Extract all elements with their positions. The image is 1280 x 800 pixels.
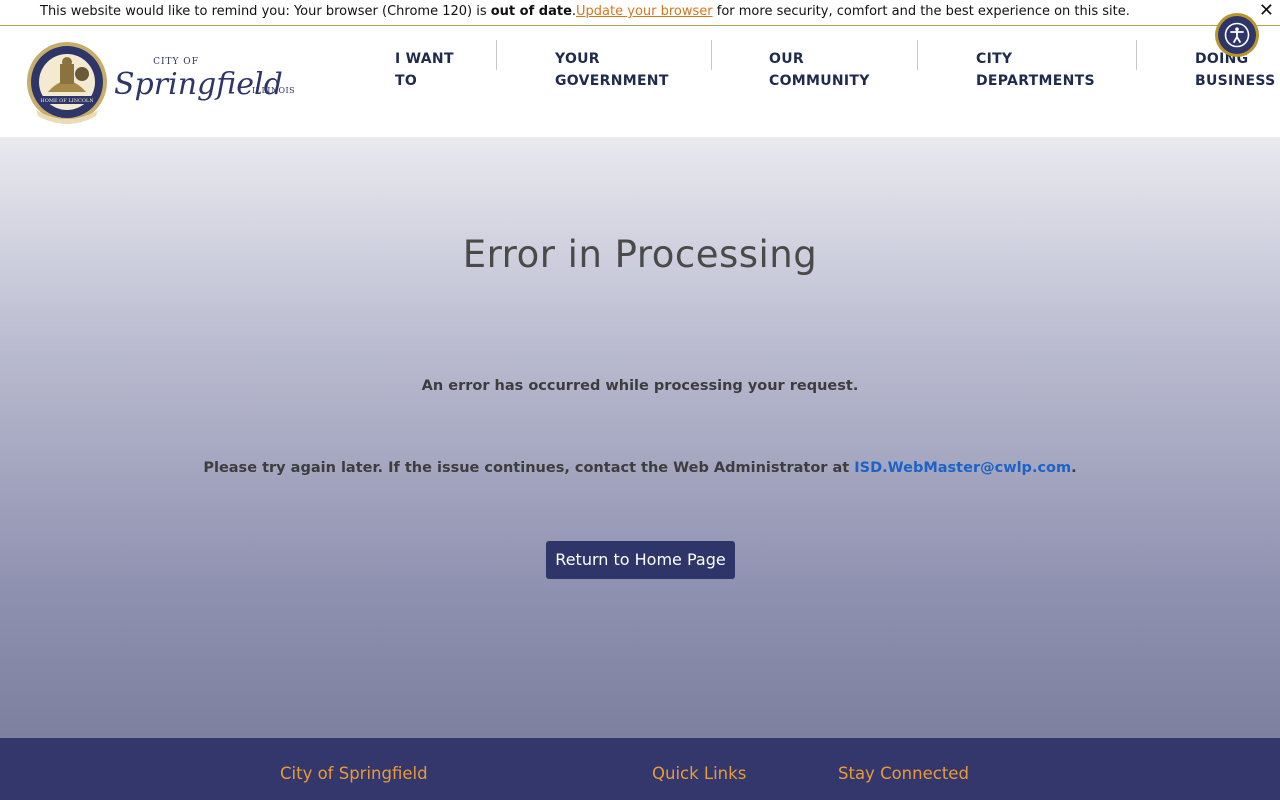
nav-city-departments[interactable]: CITY DEPARTMENTS (976, 48, 1106, 92)
notice-bold: out of date (490, 4, 572, 19)
error-content: Error in Processing An error has occurre… (0, 137, 1280, 738)
return-home-button[interactable]: Return to Home Page (546, 541, 735, 579)
nav-divider (1136, 40, 1137, 70)
close-icon[interactable]: ✕ (1259, 0, 1274, 22)
footer-heading-stay-connected: Stay Connected (838, 764, 969, 783)
footer-heading-quick-links: Quick Links (652, 764, 747, 783)
error-message: An error has occurred while processing y… (421, 378, 859, 394)
nav-divider (496, 40, 497, 70)
contact-prefix: Please try again later. If the issue con… (203, 460, 855, 476)
footer-link-peek (652, 796, 782, 800)
site-header: HOME OF LINCOLN 1840 CITY OF Springfield… (0, 26, 1280, 137)
notice-prefix: This website would like to remind you: Y… (40, 4, 491, 19)
browser-update-notice: This website would like to remind you: Y… (0, 0, 1280, 26)
webmaster-email-link[interactable]: ISD.WebMaster@cwlp.com (854, 460, 1071, 476)
page-title: Error in Processing (462, 233, 818, 276)
nav-divider (711, 40, 712, 70)
main-nav: I WANT TO YOUR GOVERNMENT OUR COMMUNITY … (0, 26, 1280, 137)
contact-suffix: . (1071, 460, 1077, 476)
nav-our-community[interactable]: OUR COMMUNITY (769, 48, 879, 92)
site-footer: City of Springfield Quick Links Stay Con… (0, 738, 1280, 800)
footer-heading-city: City of Springfield (280, 764, 428, 783)
update-browser-link[interactable]: Update your browser (576, 4, 713, 19)
nav-your-government[interactable]: YOUR GOVERNMENT (555, 48, 675, 92)
accessibility-button[interactable] (1215, 13, 1259, 57)
contact-message: Please try again later. If the issue con… (0, 460, 1280, 476)
accessibility-icon (1218, 16, 1256, 54)
nav-i-want-to[interactable]: I WANT TO (395, 48, 455, 92)
nav-divider (917, 40, 918, 70)
notice-suffix: for more security, comfort and the best … (712, 4, 1130, 19)
